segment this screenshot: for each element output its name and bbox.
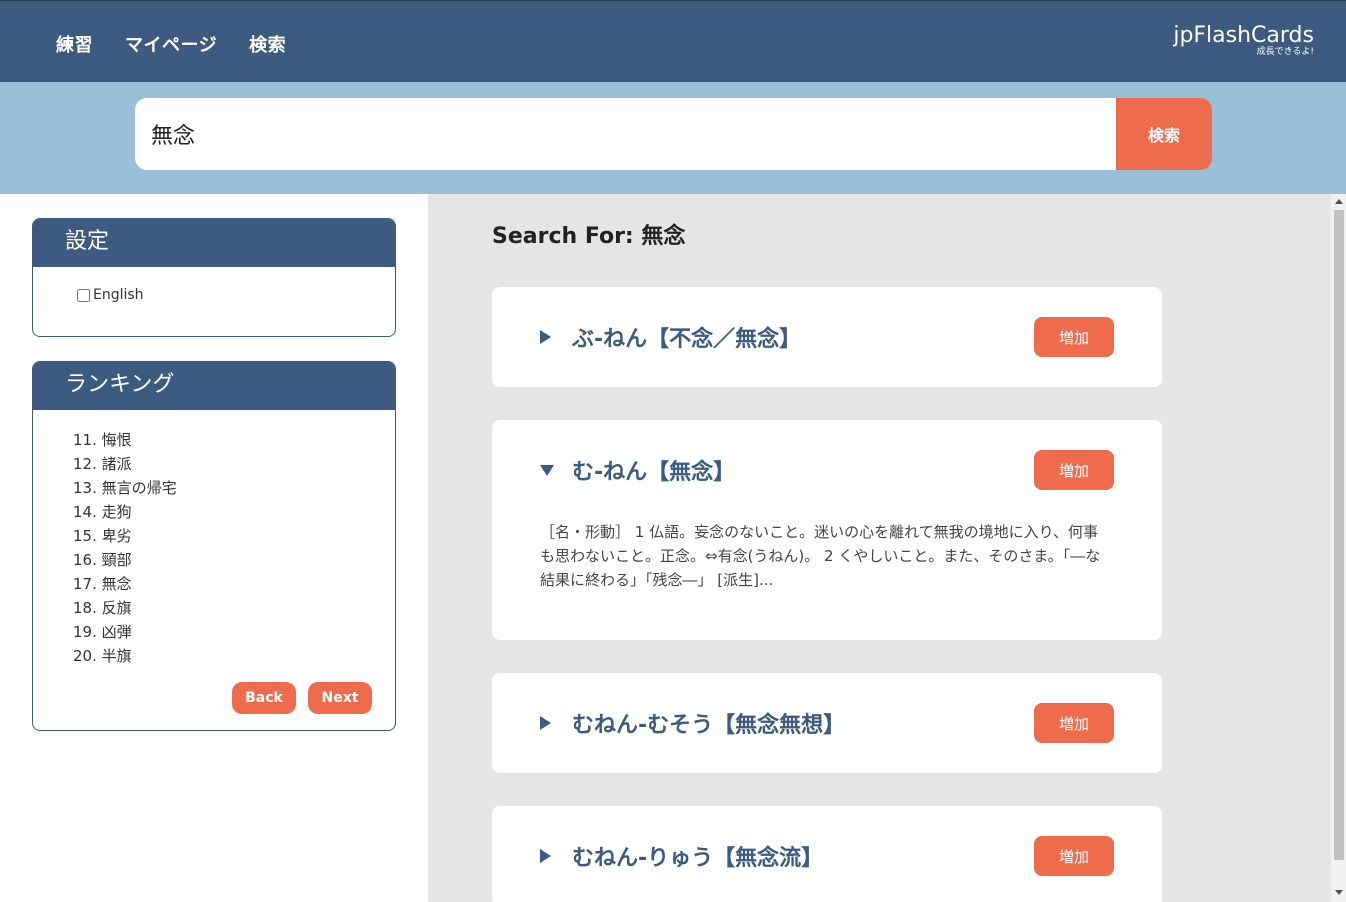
english-checkbox[interactable] bbox=[77, 288, 90, 302]
english-toggle[interactable]: English bbox=[77, 287, 144, 303]
add-card-button[interactable]: 増加 bbox=[1034, 703, 1114, 743]
result-card: ぶ-ねん【不念／無念】 増加 bbox=[492, 287, 1162, 387]
ranking-title: ランキング bbox=[33, 362, 395, 410]
ranking-item[interactable]: 17. 無念 bbox=[73, 572, 177, 596]
results-heading: Search For: 無念 bbox=[492, 224, 686, 249]
results-area: Search For: 無念 ぶ-ねん【不念／無念】 増加 む-ねん【無念】 増… bbox=[428, 194, 1331, 902]
ranking-list: 11. 悔恨 12. 諸派 13. 無言の帰宅 14. 走狗 15. 卑劣 16… bbox=[73, 428, 177, 668]
left-sidebar: 設定 English ランキング 11. 悔恨 12. 諸派 13. 無言の帰宅… bbox=[0, 194, 428, 902]
ranking-item[interactable]: 16. 頸部 bbox=[73, 548, 177, 572]
result-title[interactable]: むねん-むそう【無念無想】 bbox=[572, 707, 845, 739]
nav-search-link[interactable]: 検索 bbox=[249, 31, 286, 57]
ranking-back-button[interactable]: Back bbox=[232, 682, 296, 714]
english-label: English bbox=[93, 287, 144, 303]
ranking-panel: ランキング 11. 悔恨 12. 諸派 13. 無言の帰宅 14. 走狗 15.… bbox=[32, 361, 396, 731]
add-card-button[interactable]: 増加 bbox=[1034, 450, 1114, 490]
scroll-down-arrow-icon[interactable] bbox=[1335, 890, 1343, 895]
search-band: 検索 bbox=[0, 82, 1346, 194]
nav-practice-link[interactable]: 練習 bbox=[56, 31, 93, 57]
result-card-expanded: む-ねん【無念】 増加 ［名・形動］ 1 仏語。妄念のないこと。迷いの心を離れて… bbox=[492, 420, 1162, 640]
result-description: ［名・形動］ 1 仏語。妄念のないこと。迷いの心を離れて無我の境地に入り、何事も… bbox=[540, 523, 1101, 589]
ranking-item[interactable]: 19. 凶弾 bbox=[73, 620, 177, 644]
brand-name: jpFlashCards bbox=[1173, 23, 1314, 48]
ranking-item[interactable]: 11. 悔恨 bbox=[73, 428, 177, 452]
ranking-item[interactable]: 12. 諸派 bbox=[73, 452, 177, 476]
result-title[interactable]: む-ねん【無念】 bbox=[572, 454, 735, 486]
result-card: むねん-むそう【無念無想】 増加 bbox=[492, 673, 1162, 773]
expand-triangle-icon[interactable] bbox=[540, 849, 551, 863]
nav-mypage-link[interactable]: マイページ bbox=[125, 31, 217, 57]
expand-triangle-icon[interactable] bbox=[540, 330, 551, 344]
add-card-button[interactable]: 増加 bbox=[1034, 317, 1114, 357]
scroll-thumb[interactable] bbox=[1334, 210, 1344, 860]
scroll-up-arrow-icon[interactable] bbox=[1335, 199, 1343, 204]
collapse-triangle-icon[interactable] bbox=[540, 465, 554, 476]
main-nav: 練習 マイページ 検索 bbox=[56, 31, 286, 57]
brand-logo[interactable]: jpFlashCards 成長できるよ! bbox=[1173, 23, 1314, 57]
ranking-item[interactable]: 13. 無言の帰宅 bbox=[73, 476, 177, 500]
ranking-next-button[interactable]: Next bbox=[308, 682, 372, 714]
result-card: むねん-りゅう【無念流】 増加 bbox=[492, 806, 1162, 902]
result-title[interactable]: ぶ-ねん【不念／無念】 bbox=[572, 321, 801, 353]
ranking-item[interactable]: 20. 半旗 bbox=[73, 644, 177, 668]
search-button[interactable]: 検索 bbox=[1116, 98, 1212, 170]
result-title[interactable]: むねん-りゅう【無念流】 bbox=[572, 840, 823, 872]
settings-panel: 設定 English bbox=[32, 218, 396, 337]
expand-triangle-icon[interactable] bbox=[540, 716, 551, 730]
top-navbar: 練習 マイページ 検索 jpFlashCards 成長できるよ! bbox=[0, 0, 1346, 82]
ranking-item[interactable]: 14. 走狗 bbox=[73, 500, 177, 524]
ranking-item[interactable]: 15. 卑劣 bbox=[73, 524, 177, 548]
settings-title: 設定 bbox=[33, 219, 395, 267]
search-input[interactable] bbox=[135, 98, 1117, 170]
page-scrollbar[interactable] bbox=[1331, 194, 1346, 902]
ranking-item[interactable]: 18. 反旗 bbox=[73, 596, 177, 620]
add-card-button[interactable]: 増加 bbox=[1034, 836, 1114, 876]
